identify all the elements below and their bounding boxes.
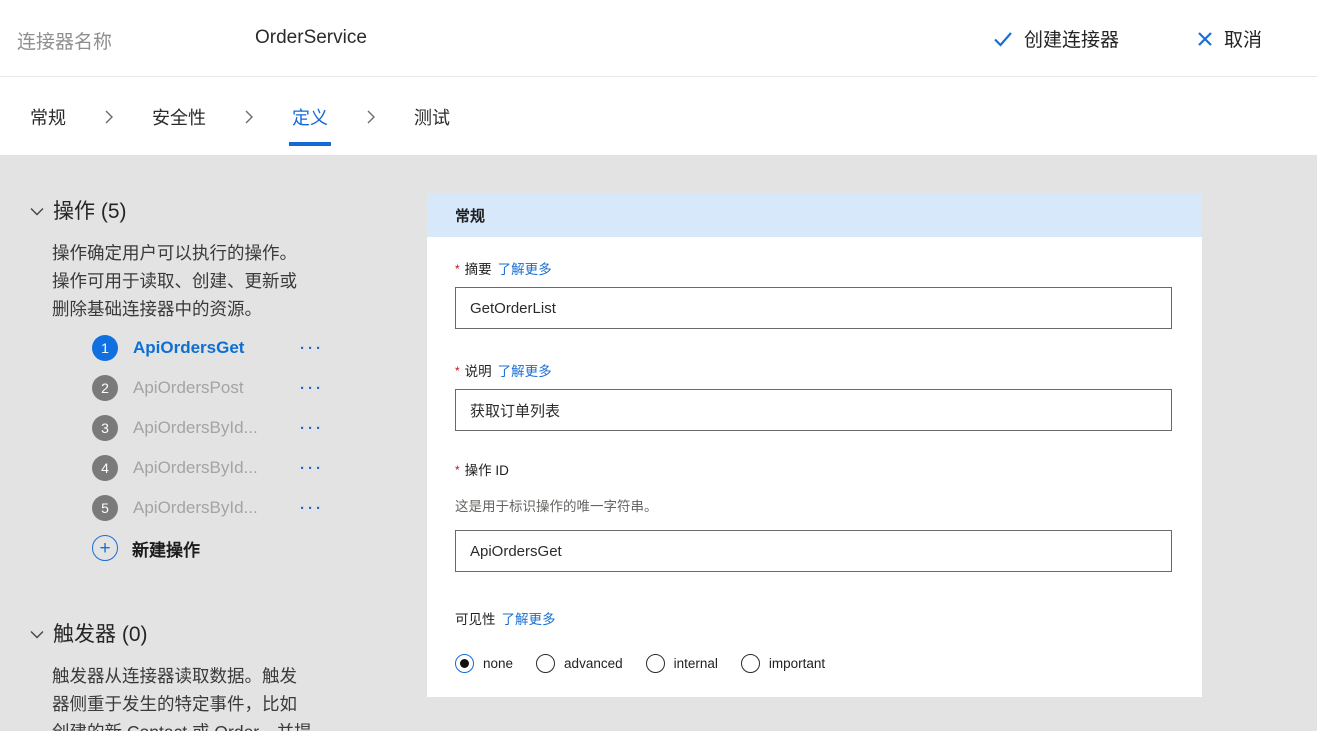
top-bar: 连接器名称 OrderService 创建连接器 取消: [0, 0, 1317, 77]
actions-section-title: 操作 (5): [53, 195, 127, 225]
radio-selected-icon: [455, 654, 474, 673]
wizard-step-general[interactable]: 常规: [30, 104, 66, 130]
more-options-icon[interactable]: ···: [300, 380, 324, 397]
required-marker: *: [455, 364, 460, 378]
checkmark-icon: [993, 31, 1013, 47]
action-number-badge: 2: [92, 375, 118, 401]
triggers-section-title: 触发器 (0): [53, 618, 148, 648]
description-label-text: 说明: [465, 364, 492, 379]
create-connector-button[interactable]: 创建连接器: [993, 25, 1119, 52]
action-item-1[interactable]: 1 ApiOrdersGet ···: [92, 328, 390, 368]
actions-section-description: 操作确定用户可以执行的操作。操作可用于读取、创建、更新或删除基础连接器中的资源。: [52, 239, 312, 323]
triggers-section-description: 触发器从连接器读取数据。触发器侧重于发生的特定事件，比如创建的新 Contact…: [52, 662, 312, 731]
operation-id-input[interactable]: [455, 530, 1172, 572]
summary-learn-more-link[interactable]: 了解更多: [498, 262, 552, 277]
cancel-label: 取消: [1224, 25, 1262, 52]
chevron-down-icon: [30, 198, 44, 222]
triggers-section: 触发器 (0) 触发器从连接器读取数据。触发器侧重于发生的特定事件，比如创建的新…: [30, 618, 390, 731]
radio-option-label: internal: [674, 656, 718, 671]
description-input[interactable]: [455, 389, 1172, 431]
new-action-button[interactable]: + 新建操作: [92, 528, 390, 568]
sidebar: 操作 (5) 操作确定用户可以执行的操作。操作可用于读取、创建、更新或删除基础连…: [30, 195, 390, 731]
description-field-label: * 说明了解更多: [455, 360, 1172, 380]
chevron-right-icon: [104, 109, 114, 125]
more-options-icon[interactable]: ···: [300, 460, 324, 477]
visibility-label-text: 可见性: [455, 612, 496, 627]
wizard-steps: 常规 安全性 定义 测试: [0, 78, 1317, 155]
visibility-radio-group: none advanced internal important: [455, 654, 1172, 673]
chevron-right-icon: [244, 109, 254, 125]
visibility-field-label: 可见性了解更多: [455, 608, 1172, 628]
wizard-nav: 常规 安全性 定义 测试: [0, 78, 1317, 155]
radio-option-label: important: [769, 656, 825, 671]
summary-input[interactable]: [455, 287, 1172, 329]
summary-label-text: 摘要: [465, 262, 492, 277]
action-number-badge: 3: [92, 415, 118, 441]
action-item-label: ApiOrdersPost: [133, 378, 285, 398]
top-bar-actions: 创建连接器 取消: [993, 0, 1262, 77]
chevron-right-icon: [366, 109, 376, 125]
radio-dot: [460, 659, 469, 668]
panel-body: *摘要了解更多 *说明了解更多 *操作 ID 这是用于标识操作的唯一字符串。 可…: [427, 237, 1202, 673]
more-options-icon[interactable]: ···: [300, 500, 324, 517]
plus-icon: +: [92, 535, 118, 561]
summary-field-label: * 摘要了解更多: [455, 258, 1172, 278]
actions-section-heading[interactable]: 操作 (5): [30, 195, 390, 225]
general-panel: 常规 *摘要了解更多 *说明了解更多 *操作 ID 这是用于标识操作的唯一字符串…: [427, 193, 1202, 697]
action-item-label: ApiOrdersById...: [133, 498, 285, 518]
operation-id-field-label: * 操作 ID: [455, 459, 1172, 479]
required-marker: *: [455, 463, 460, 477]
action-item-label: ApiOrdersById...: [133, 458, 285, 478]
action-item-label: ApiOrdersGet: [133, 338, 285, 358]
wizard-step-definition[interactable]: 定义: [292, 104, 328, 130]
close-icon: [1197, 31, 1213, 47]
action-item-label: ApiOrdersById...: [133, 418, 285, 438]
action-number-badge: 4: [92, 455, 118, 481]
panel-header: 常规: [427, 193, 1202, 237]
chevron-down-icon: [30, 621, 44, 645]
new-action-label: 新建操作: [132, 536, 200, 561]
visibility-radio-advanced[interactable]: advanced: [536, 654, 623, 673]
visibility-radio-internal[interactable]: internal: [646, 654, 718, 673]
visibility-radio-none[interactable]: none: [455, 654, 513, 673]
action-item-4[interactable]: 4 ApiOrdersById... ···: [92, 448, 390, 488]
radio-unselected-icon: [536, 654, 555, 673]
action-item-3[interactable]: 3 ApiOrdersById... ···: [92, 408, 390, 448]
actions-list: 1 ApiOrdersGet ··· 2 ApiOrdersPost ··· 3 ApiOrd…: [92, 328, 390, 528]
action-number-badge: 1: [92, 335, 118, 361]
visibility-radio-important[interactable]: important: [741, 654, 825, 673]
action-item-2[interactable]: 2 ApiOrdersPost ···: [92, 368, 390, 408]
radio-option-label: none: [483, 656, 513, 671]
more-options-icon[interactable]: ···: [300, 420, 324, 437]
connector-name-value: OrderService: [255, 27, 367, 49]
required-marker: *: [455, 262, 460, 276]
triggers-section-heading[interactable]: 触发器 (0): [30, 618, 390, 648]
connector-name-label: 连接器名称: [17, 27, 112, 54]
wizard-step-test[interactable]: 测试: [414, 104, 450, 130]
content-area: 操作 (5) 操作确定用户可以执行的操作。操作可用于读取、创建、更新或删除基础连…: [0, 155, 1317, 731]
visibility-learn-more-link[interactable]: 了解更多: [502, 612, 556, 627]
action-item-5[interactable]: 5 ApiOrdersById... ···: [92, 488, 390, 528]
wizard-step-security[interactable]: 安全性: [152, 104, 206, 130]
operation-id-label-text: 操作 ID: [465, 463, 509, 478]
operation-id-helper-text: 这是用于标识操作的唯一字符串。: [455, 495, 1172, 515]
create-connector-label: 创建连接器: [1024, 25, 1119, 52]
panel-title: 常规: [455, 205, 485, 226]
radio-unselected-icon: [741, 654, 760, 673]
action-number-badge: 5: [92, 495, 118, 521]
more-options-icon[interactable]: ···: [300, 340, 324, 357]
description-learn-more-link[interactable]: 了解更多: [498, 364, 552, 379]
radio-option-label: advanced: [564, 656, 623, 671]
cancel-button[interactable]: 取消: [1197, 25, 1262, 52]
radio-unselected-icon: [646, 654, 665, 673]
